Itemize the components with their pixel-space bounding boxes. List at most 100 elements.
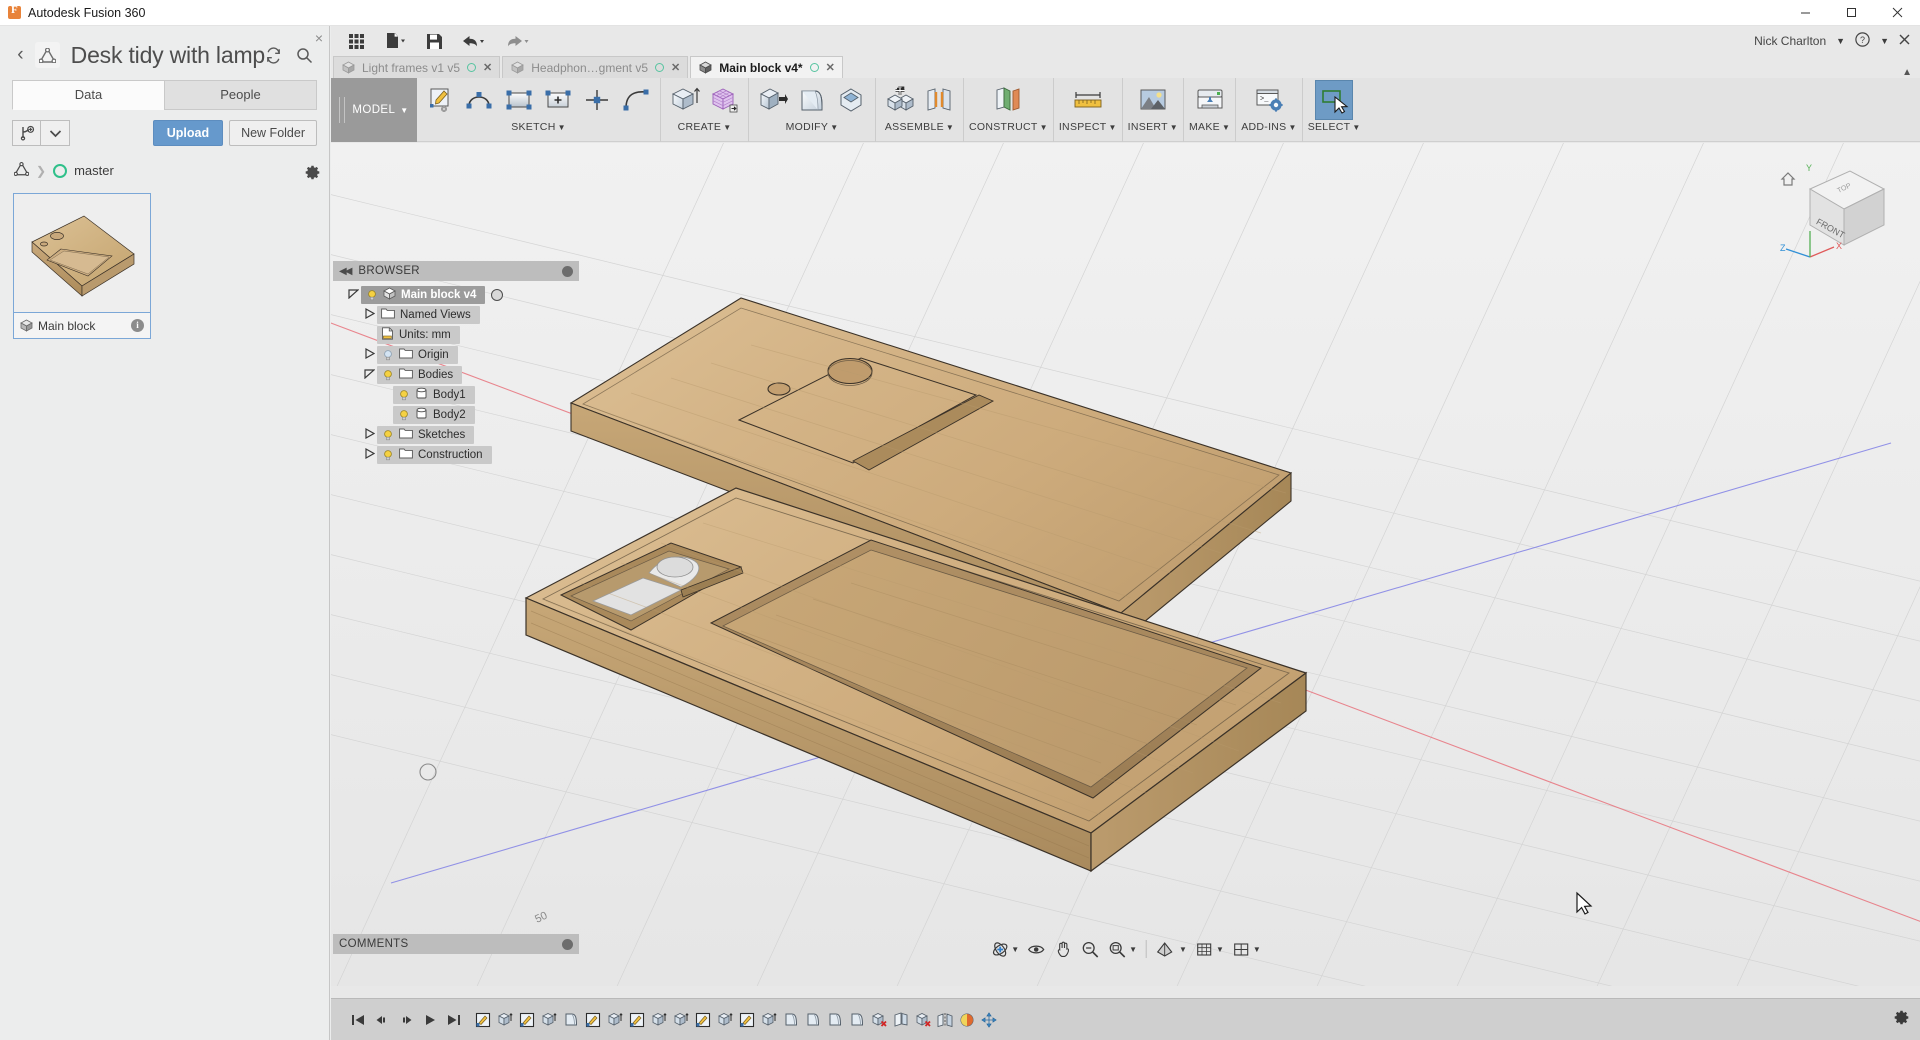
timeline-feature-sketch[interactable] (517, 1009, 537, 1031)
doc-tab-main-block[interactable]: Main block v4* ✕ (690, 56, 843, 78)
breadcrumb-item-master[interactable]: master (74, 163, 114, 178)
timeline-feature-fillet[interactable] (781, 1009, 801, 1031)
point-button[interactable] (578, 80, 616, 120)
maximize-button[interactable] (1828, 0, 1874, 26)
visibility-icon[interactable] (381, 428, 394, 441)
tab-data[interactable]: Data (12, 80, 164, 110)
select-button[interactable] (1315, 80, 1354, 120)
close-icon[interactable]: ✕ (826, 61, 835, 74)
workspace-selector[interactable]: MODEL ▼ (331, 78, 417, 142)
viewport-3d[interactable]: 50 FRONT TOP Z X Y ◀◀ BROWSER Main block… (331, 143, 1920, 986)
twist-open-icon[interactable] (361, 368, 377, 381)
timeline-feature-fillet[interactable] (561, 1009, 581, 1031)
options-dot-icon[interactable] (562, 938, 573, 950)
pan-button[interactable] (1051, 936, 1076, 962)
minimize-button[interactable] (1782, 0, 1828, 26)
tree-item-origin[interactable]: Origin (333, 345, 579, 364)
timeline-feature-extrude[interactable] (715, 1009, 735, 1031)
fit-button[interactable]: ▼ (1105, 936, 1140, 962)
visibility-icon[interactable] (381, 348, 394, 361)
go-to-beginning-button[interactable] (351, 1013, 365, 1027)
tree-item-named-views[interactable]: Named Views (333, 305, 579, 324)
new-folder-button[interactable]: New Folder (229, 120, 317, 146)
timeline-feature-extrude[interactable] (649, 1009, 669, 1031)
new-document-button[interactable] (375, 29, 415, 53)
twist-closed-icon[interactable] (361, 347, 377, 361)
info-icon[interactable]: i (131, 319, 144, 332)
user-menu[interactable]: Nick Charlton ▼ ? ▼ (1754, 32, 1920, 50)
step-forward-button[interactable] (399, 1013, 413, 1027)
branch-version-icon[interactable] (12, 120, 41, 146)
undo-button[interactable] (453, 29, 493, 53)
press-pull-button[interactable] (754, 80, 792, 120)
back-button[interactable]: ‹ (10, 44, 31, 66)
timeline-feature-suppressed[interactable] (869, 1009, 889, 1031)
tree-item-sketches[interactable]: Sketches (333, 425, 579, 444)
timeline-feature-sketch[interactable] (737, 1009, 757, 1031)
tab-people[interactable]: People (164, 80, 317, 110)
arc-button[interactable] (617, 80, 655, 120)
data-panel-settings-button[interactable] (304, 164, 321, 186)
hub-icon[interactable] (13, 161, 30, 179)
tree-item-body2[interactable]: Body2 (333, 405, 579, 424)
chamfer-button[interactable] (832, 80, 870, 120)
grid-snaps-button[interactable]: ▼ (1192, 936, 1227, 962)
pattern-button[interactable] (705, 80, 743, 120)
app-grid-icon[interactable] (341, 29, 371, 53)
view-cube[interactable]: FRONT TOP Z X Y (1772, 161, 1892, 271)
timeline-feature-extrude[interactable] (495, 1009, 515, 1031)
go-to-end-button[interactable] (447, 1013, 461, 1027)
timeline-feature-mirror[interactable] (935, 1009, 955, 1031)
scripts-addins-button[interactable]: >_ (1250, 80, 1288, 120)
tree-item-units[interactable]: Units: mm (333, 325, 579, 344)
viewports-button[interactable]: ▼ (1229, 936, 1264, 962)
thumbnail-main-block[interactable] (13, 193, 151, 313)
close-icon[interactable]: ✕ (483, 61, 492, 74)
timeline-feature-appearance[interactable] (957, 1009, 977, 1031)
twist-closed-icon[interactable] (361, 447, 377, 461)
twist-open-icon[interactable] (345, 288, 361, 301)
close-icon[interactable] (1899, 34, 1910, 48)
timeline-feature-extrude[interactable] (671, 1009, 691, 1031)
refresh-icon[interactable] (265, 46, 282, 64)
visibility-icon[interactable] (397, 408, 410, 421)
line-button[interactable] (461, 80, 499, 120)
timeline-feature-fillet[interactable] (847, 1009, 867, 1031)
measure-button[interactable] (1069, 80, 1107, 120)
tree-item-construction[interactable]: Construction (333, 445, 579, 464)
rectangle-button[interactable] (500, 80, 538, 120)
offset-plane-button[interactable] (989, 80, 1027, 120)
timeline-feature-suppressed[interactable] (913, 1009, 933, 1031)
visibility-icon[interactable] (381, 368, 394, 381)
options-dot-icon[interactable] (562, 265, 573, 277)
create-sketch-button[interactable] (422, 80, 460, 120)
play-button[interactable] (423, 1013, 437, 1027)
help-icon[interactable]: ? (1855, 32, 1870, 50)
timeline-feature-fillet[interactable] (803, 1009, 823, 1031)
timeline-feature-extrude[interactable] (539, 1009, 559, 1031)
tree-item-bodies[interactable]: Bodies (333, 365, 579, 384)
display-settings-button[interactable]: ▼ (1153, 936, 1190, 962)
tree-item-main-block[interactable]: Main block v4 (333, 285, 579, 304)
visibility-icon[interactable] (381, 448, 394, 461)
chevron-down-icon[interactable] (41, 120, 70, 146)
visibility-icon[interactable] (397, 388, 410, 401)
doc-tab-light-frames[interactable]: Light frames v1 v5 ✕ (333, 56, 501, 78)
timeline-feature-sketch[interactable] (693, 1009, 713, 1031)
timeline-feature-fillet[interactable] (825, 1009, 845, 1031)
timeline-feature-sketch[interactable] (473, 1009, 493, 1031)
zoom-button[interactable] (1078, 936, 1103, 962)
timeline-feature-move[interactable] (979, 1009, 999, 1031)
redo-button[interactable] (497, 29, 537, 53)
fillet-button[interactable] (793, 80, 831, 120)
extrude-button[interactable] (666, 80, 704, 120)
close-button[interactable] (1874, 0, 1920, 26)
timeline-feature-extrude[interactable] (759, 1009, 779, 1031)
3d-print-button[interactable] (1191, 80, 1229, 120)
timeline-feature-sketch[interactable] (627, 1009, 647, 1031)
insert-image-button[interactable] (1134, 80, 1172, 120)
collapse-left-icon[interactable]: ◀◀ (339, 266, 352, 277)
step-back-button[interactable] (375, 1013, 389, 1027)
timeline-feature-sketch[interactable] (583, 1009, 603, 1031)
timeline-feature-construct[interactable] (891, 1009, 911, 1031)
